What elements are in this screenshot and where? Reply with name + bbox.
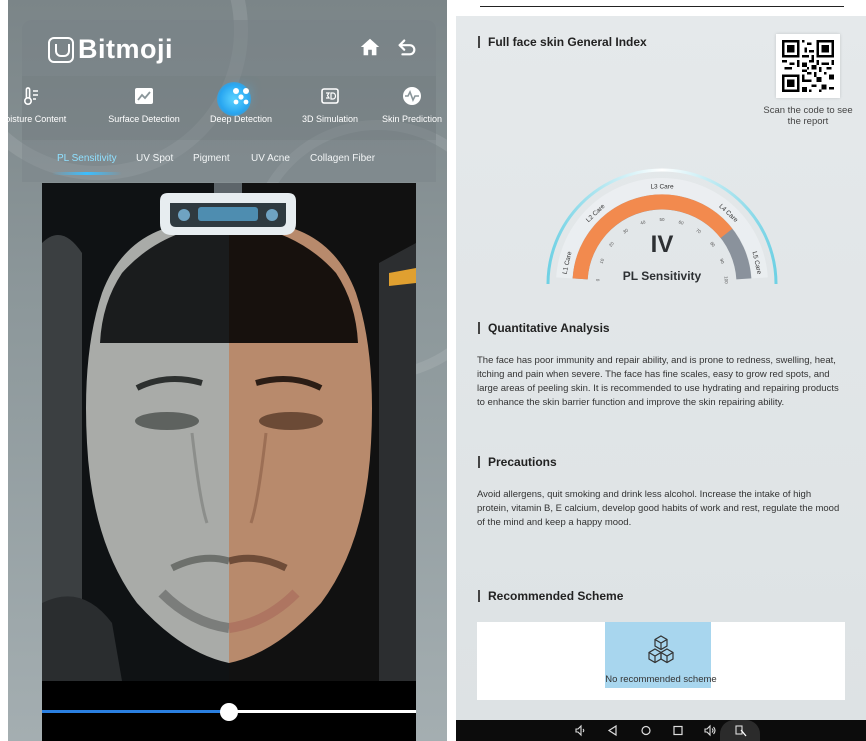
recents-square-icon[interactable] [671, 724, 685, 737]
report-panel: Full face skin General Index Scan the co… [456, 0, 866, 741]
nav-item-3d-simulation[interactable]: 3D Simulation [285, 86, 375, 124]
gauge-tick-label: 50 [659, 217, 665, 222]
screenshot-icon[interactable] [734, 724, 748, 737]
subtab-pl-sensitivity[interactable]: PL Sensitivity [57, 153, 117, 164]
gauge-tick-label: 60 [678, 219, 685, 225]
app-root: Bitmoji Moisture Content [0, 0, 866, 741]
face-pl-sensitivity-half [42, 183, 229, 681]
app-logo: Bitmoji [48, 34, 173, 65]
image-chart-icon [135, 88, 153, 104]
qr-code-icon [782, 40, 834, 92]
subtab-uv-spot[interactable]: UV Spot [136, 153, 173, 164]
subtab-uv-acne[interactable]: UV Acne [251, 153, 290, 164]
precautions-text: Avoid allergens, quit smoking and drink … [477, 489, 840, 528]
subtab-active-indicator [52, 172, 122, 175]
gauge-tick-label: 30 [622, 227, 629, 234]
scheme-empty-text: No recommended scheme [605, 674, 717, 685]
system-nav-bar [456, 720, 866, 741]
volume-up-icon[interactable] [703, 724, 717, 737]
general-index-title: Full face skin General Index [478, 36, 647, 48]
nav-label: 3D Simulation [301, 114, 359, 124]
home-icon[interactable] [359, 36, 381, 58]
nav-label: Deep Detection [209, 114, 273, 124]
nav-item-skin-prediction[interactable]: Skin Prediction [367, 86, 447, 124]
nav-label: Moisture Content [8, 114, 67, 124]
slider-fill [42, 710, 229, 713]
sensitivity-gauge: L1 CareL2 CareL3 CareL4 CareL5 Care 0102… [546, 168, 778, 284]
return-arrow-icon[interactable] [396, 36, 418, 58]
gauge-metric: PL Sensitivity [623, 269, 702, 283]
comparison-slider-bar [42, 681, 416, 741]
precautions-title: Precautions [478, 456, 557, 468]
molecule-icon [233, 88, 249, 105]
logo-icon [48, 36, 74, 63]
pulse-icon [403, 87, 421, 105]
nav-item-moisture-content[interactable]: Moisture Content [8, 86, 77, 124]
cubes-icon [648, 635, 674, 664]
gauge-tick-label: 70 [695, 228, 702, 235]
report-qr-code[interactable] [776, 34, 840, 98]
gauge-tick-label: 20 [608, 240, 615, 247]
recommended-scheme-title: Recommended Scheme [478, 590, 623, 602]
gauge-grade: IV [651, 231, 674, 258]
subtab-collagen-fiber[interactable]: Collagen Fiber [310, 153, 375, 164]
gauge-tick-label: 40 [640, 219, 647, 225]
logo-text: Bitmoji [78, 34, 173, 64]
gauge-tick-label: 0 [595, 278, 600, 281]
detector-head [160, 183, 296, 235]
quantitative-analysis-text: The face has poor immunity and repair ab… [477, 355, 839, 408]
detection-subtabs: PL Sensitivity UV Spot Pigment UV Acne C… [22, 140, 436, 182]
nav-label: Skin Prediction [381, 114, 443, 124]
thermometer-icon [23, 87, 38, 106]
recommended-scheme-box: No recommended scheme [477, 622, 845, 700]
quantitative-analysis-title: Quantitative Analysis [478, 322, 610, 334]
volume-down-icon[interactable] [574, 724, 588, 737]
nav-item-surface-detection[interactable]: Surface Detection [99, 86, 189, 124]
nav-label: Surface Detection [108, 114, 180, 124]
3d-box-icon [321, 88, 339, 104]
gauge-tick-label: 90 [719, 258, 726, 265]
gauge-tick-label: 80 [709, 241, 716, 248]
app-header: Bitmoji [22, 20, 436, 76]
gauge-tick-label: 10 [599, 257, 606, 264]
gauge-zone-label: L3 Care [650, 184, 674, 191]
face-original-half [229, 183, 416, 681]
back-triangle-icon[interactable] [606, 724, 620, 737]
slider-thumb[interactable] [220, 703, 238, 721]
report-top-strip [456, 0, 866, 16]
detection-panel: Bitmoji Moisture Content [8, 0, 447, 741]
subtab-pigment[interactable]: Pigment [193, 153, 230, 164]
gauge-tick-label: 100 [723, 276, 728, 284]
face-comparison-image[interactable] [42, 183, 416, 681]
home-circle-icon[interactable] [639, 724, 653, 737]
nav-item-deep-detection[interactable]: Deep Detection [196, 86, 286, 124]
